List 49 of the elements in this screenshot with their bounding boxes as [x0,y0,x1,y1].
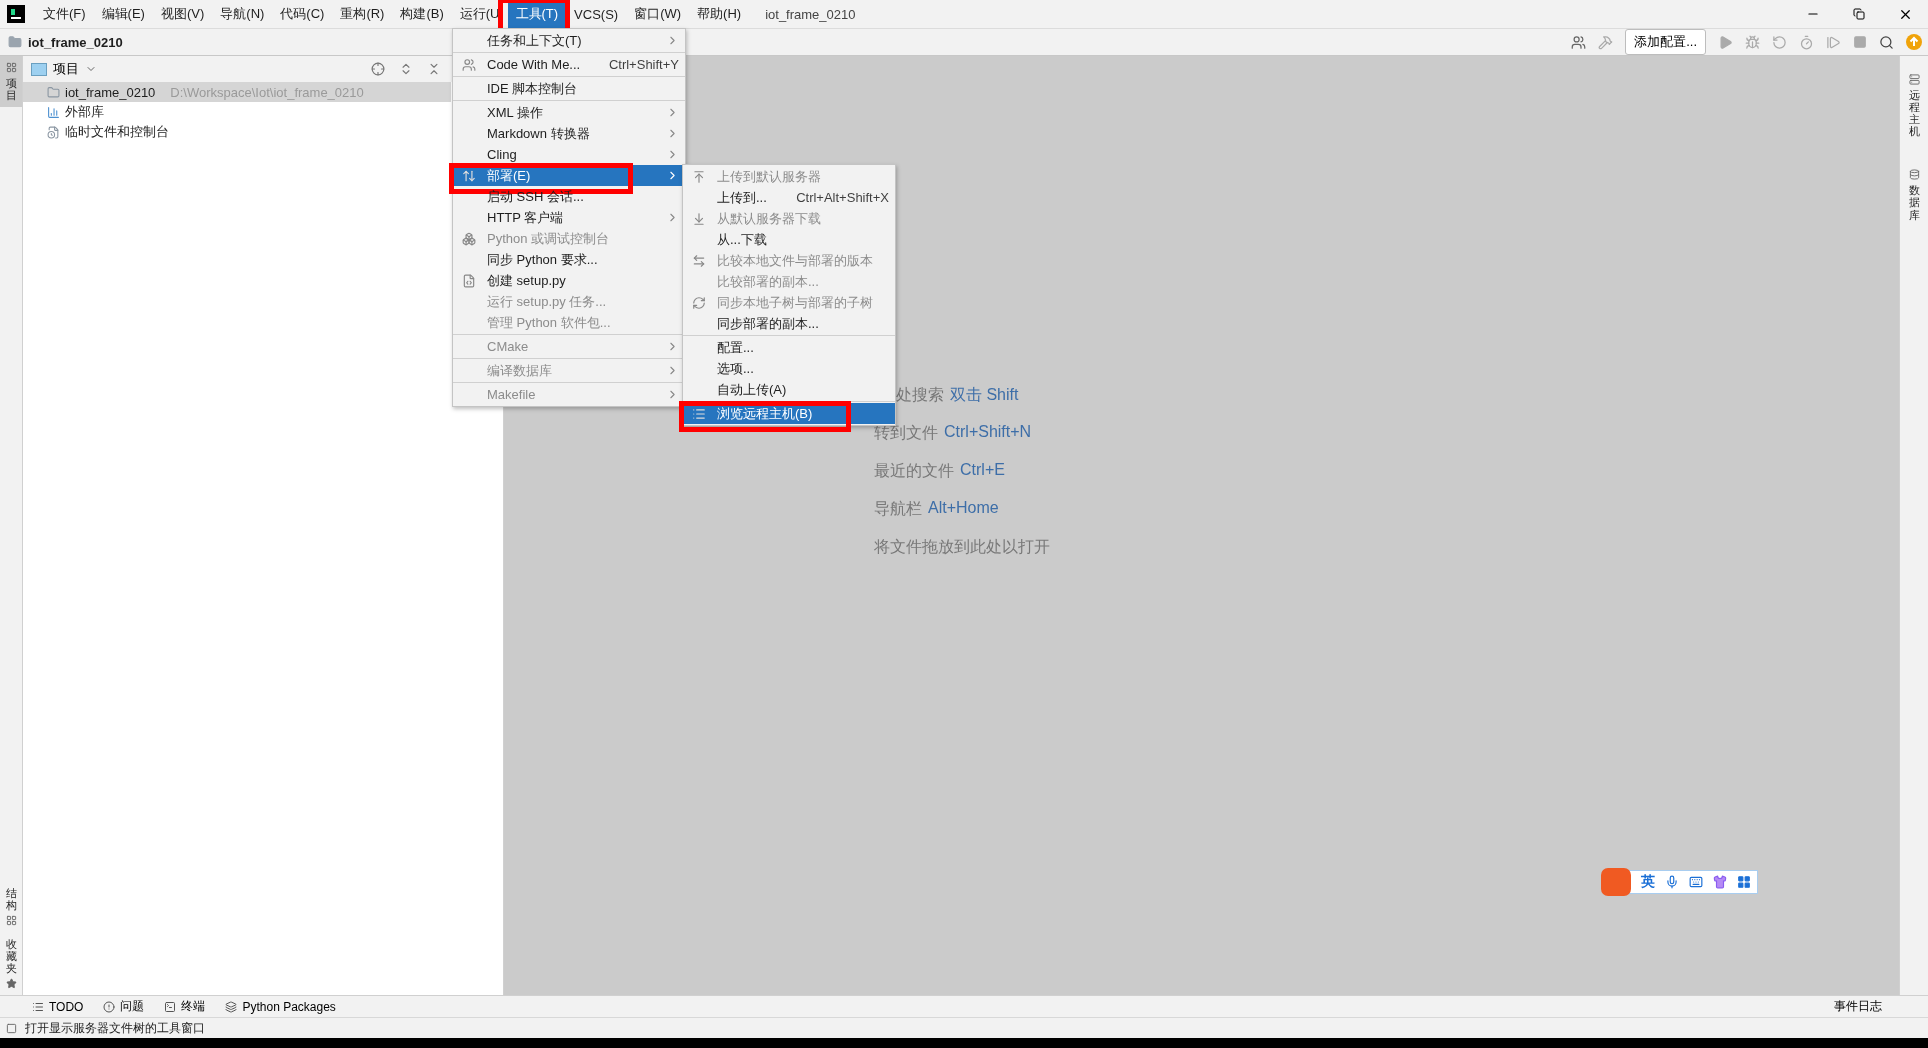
menu-bar-item[interactable]: 帮助(H) [689,0,750,28]
tree-item[interactable]: 临时文件和控制台 [23,122,451,142]
tool-window-tab[interactable]: 问题 [103,998,145,1015]
menu-item[interactable]: HTTP 客户端 [453,207,685,228]
view-selector[interactable]: 项目 [31,60,97,78]
menu-item[interactable]: 上传到... Ctrl+Alt+Shift+X [683,187,895,208]
menu-item[interactable]: 任务和上下文(T) [453,30,685,51]
menu-bar-item[interactable]: 构建(B) [392,0,452,28]
tool-window-tab[interactable]: 终端 [164,998,206,1015]
menu-bar-item[interactable]: 窗口(W) [626,0,690,28]
menu-item[interactable]: IDE 脚本控制台 [453,78,685,99]
menu-bar-item[interactable]: 文件(F) [35,0,94,28]
menu-item[interactable]: Markdown 转换器 [453,123,685,144]
tool-window-tab[interactable]: 项目 [0,56,22,108]
menu-bar-item[interactable]: 运行(U [451,0,508,28]
tool-window-tab[interactable]: 数据库 [1903,163,1925,227]
project-name[interactable]: iot_frame_0210 [28,34,123,50]
menu-bar-item[interactable]: 代码(C) [272,0,333,28]
menu-item[interactable]: XML 操作 [453,102,685,123]
tool-window-tab[interactable]: 远程主机 [1903,68,1925,144]
menu-bar-item[interactable]: 重构(R) [332,0,393,28]
menu-item[interactable]: 选项... [683,358,895,379]
menu-item[interactable]: 同步部署的副本... [683,313,895,334]
status-message: 打开显示服务器文件树的工具窗口 [25,1019,205,1037]
editor-hint: 处搜索 双击 Shift [895,385,1020,405]
menu-bar-item[interactable]: 编辑(E) [93,0,153,28]
menu-item[interactable]: Code With Me... Ctrl+Shift+Y [453,54,685,75]
editor-hint: 转到文件 Ctrl+Shift+N [874,423,1033,443]
menu-bar-item[interactable]: 视图(V) [152,0,213,28]
tree-item[interactable]: 外部库 [23,102,451,122]
add-configuration-button[interactable]: 添加配置... [1625,29,1706,55]
menu-item[interactable]: Cling [453,144,685,165]
menu-item[interactable]: 自动上传(A) [683,379,895,400]
menu-item[interactable]: 同步 Python 要求... [453,249,685,270]
tree-item[interactable]: iot_frame_0210 D:\Workspace\Iot\iot_frame_0210 [23,82,451,102]
menu-item[interactable]: 配置... [683,337,895,358]
tool-window-tab[interactable]: 收藏夹 [0,931,22,995]
tool-window-tab[interactable]: 结构 [0,880,22,932]
menu-bar-item[interactable]: VCS(S) [566,0,627,28]
editor-hint: 将文件拖放到此处以打开 [874,537,1050,557]
tool-window-tab[interactable]: Python Packages [225,999,336,1014]
menu-item[interactable]: 创建 setup.py [453,270,685,291]
tool-window-tab[interactable]: TODO [32,999,84,1014]
menu-item[interactable]: 从...下载 [683,229,895,250]
editor-hint: 最近的文件 Ctrl+E [874,461,1006,481]
event-log-tab[interactable]: 事件日志 [1828,997,1888,1016]
editor-hint: 导航栏 Alt+Home [874,499,1000,519]
window-title: iot_frame_0210 [765,6,856,22]
menu-bar-item[interactable]: 导航(N) [212,0,273,28]
